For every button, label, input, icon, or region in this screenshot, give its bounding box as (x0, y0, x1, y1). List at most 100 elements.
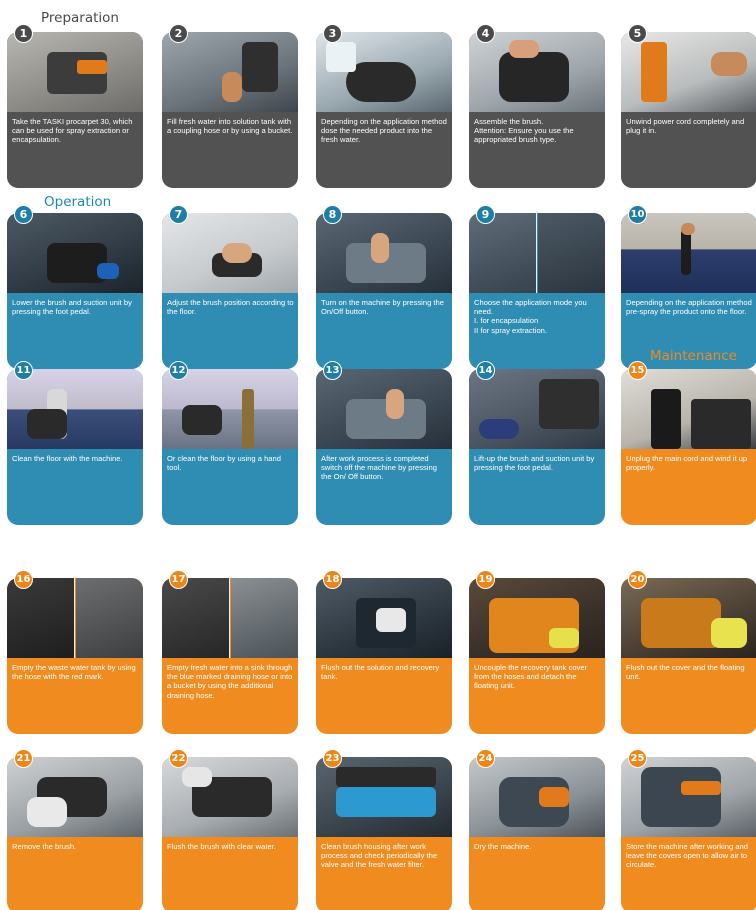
step-caption-19: Uncouple the recovery tank cover from th… (474, 663, 588, 691)
photo-detail (509, 40, 539, 58)
step-number-badge-5: 5 (628, 24, 647, 43)
step-photo-1 (7, 32, 143, 112)
step-photo-10 (621, 213, 756, 293)
step-number-badge-14: 14 (476, 361, 495, 380)
photo-detail (479, 419, 519, 439)
step-card-6: Lower the brush and suction unit by pres… (7, 213, 143, 369)
step-caption-12: Or clean the floor by using a hand tool. (167, 454, 281, 473)
step-photo-2 (162, 32, 298, 112)
step-photo-part (231, 578, 298, 658)
step-photo-18 (316, 578, 452, 658)
photo-detail (77, 60, 107, 74)
step-card-20: Flush out the cover and the floating uni… (621, 578, 756, 734)
photo-detail (346, 62, 416, 102)
step-card-24: Dry the machine. (469, 757, 605, 910)
step-caption-23: Clean brush housing after work process a… (321, 842, 438, 870)
step-caption-9: Choose the application mode you need. I. … (474, 298, 587, 335)
step-caption-2: Fill fresh water into solution tank with… (167, 117, 293, 136)
photo-detail (27, 409, 67, 439)
photo-detail (97, 263, 119, 279)
step-card-13: After work process is completed switch o… (316, 369, 452, 525)
step-number-badge-16: 16 (14, 570, 33, 589)
step-photo-8 (316, 213, 452, 293)
step-card-25: Store the machine after working and leav… (621, 757, 756, 910)
step-number-badge-11: 11 (14, 361, 33, 380)
photo-detail (27, 797, 67, 827)
step-number-badge-9: 9 (476, 205, 495, 224)
step-number-badge-17: 17 (169, 570, 188, 589)
step-photo-25 (621, 757, 756, 837)
step-caption-16: Empty the waste water tank by using the … (12, 663, 136, 682)
step-photo-part (76, 578, 143, 658)
step-caption-11: Clean the floor with the machine. (12, 454, 123, 463)
step-photo-23 (316, 757, 452, 837)
step-caption-6: Lower the brush and suction unit by pres… (12, 298, 132, 317)
step-card-2: Fill fresh water into solution tank with… (162, 32, 298, 188)
step-photo-15 (621, 369, 756, 449)
step-caption-21: Remove the brush. (12, 842, 77, 851)
step-photo-20 (621, 578, 756, 658)
photo-detail (222, 72, 242, 102)
step-caption-22: Flush the brush with clear water. (167, 842, 276, 851)
step-card-5: Unwind power cord completely and plug it… (621, 32, 756, 188)
photo-detail (336, 767, 436, 787)
step-number-badge-1: 1 (14, 24, 33, 43)
step-photo-part (469, 213, 537, 293)
step-photo-16 (7, 578, 143, 658)
step-photo-part (7, 578, 75, 658)
step-card-1: Take the TASKI procarpet 30, which can b… (7, 32, 143, 188)
step-card-15: Unplug the main cord and wind it up prop… (621, 369, 756, 525)
step-caption-7: Adjust the brush position according to t… (167, 298, 294, 317)
step-caption-4: Assemble the brush. Attention: Ensure you… (474, 117, 574, 145)
step-number-badge-22: 22 (169, 749, 188, 768)
step-number-badge-6: 6 (14, 205, 33, 224)
photo-detail (651, 389, 681, 449)
step-caption-1: Take the TASKI procarpet 30, which can b… (12, 117, 133, 145)
step-number-badge-4: 4 (476, 24, 495, 43)
section-label-preparation: Preparation (41, 10, 119, 26)
step-card-21: Remove the brush. (7, 757, 143, 910)
step-caption-18: Flush out the solution and recovery tank… (321, 663, 440, 682)
step-photo-17 (162, 578, 298, 658)
step-number-badge-13: 13 (323, 361, 342, 380)
photo-detail (499, 52, 569, 102)
step-photo-11 (7, 369, 143, 449)
step-card-11: Clean the floor with the machine. (7, 369, 143, 525)
step-photo-6 (7, 213, 143, 293)
step-photo-13 (316, 369, 452, 449)
step-card-14: Lift-up the brush and suction unit by pr… (469, 369, 605, 525)
photo-detail (641, 767, 721, 827)
step-caption-24: Dry the machine. (474, 842, 532, 851)
photo-detail (242, 42, 278, 92)
step-photo-19 (469, 578, 605, 658)
photo-detail (539, 379, 599, 429)
step-photo-4 (469, 32, 605, 112)
step-number-badge-20: 20 (628, 570, 647, 589)
step-card-12: Or clean the floor by using a hand tool. (162, 369, 298, 525)
step-number-badge-23: 23 (323, 749, 342, 768)
step-photo-24 (469, 757, 605, 837)
photo-detail (222, 243, 252, 263)
step-card-4: Assemble the brush. Attention: Ensure you… (469, 32, 605, 188)
step-number-badge-21: 21 (14, 749, 33, 768)
step-caption-15: Unplug the main cord and wind it up prop… (626, 454, 748, 473)
photo-detail (641, 42, 667, 102)
step-photo-7 (162, 213, 298, 293)
step-card-16: Empty the waste water tank by using the … (7, 578, 143, 734)
photo-detail (182, 767, 212, 787)
step-number-badge-24: 24 (476, 749, 495, 768)
step-photo-part (538, 213, 605, 293)
step-card-9: Choose the application mode you need. I. … (469, 213, 605, 369)
step-card-10: Depending on the application method pre-… (621, 213, 756, 369)
photo-detail (386, 389, 404, 419)
step-number-badge-12: 12 (169, 361, 188, 380)
step-photo-22 (162, 757, 298, 837)
photo-detail (681, 223, 695, 235)
section-label-maintenance: Maintenance (650, 348, 737, 364)
step-card-17: Empty fresh water into a sink through th… (162, 578, 298, 734)
step-photo-9 (469, 213, 605, 293)
photo-detail (182, 405, 222, 435)
step-number-badge-2: 2 (169, 24, 188, 43)
photo-detail (711, 52, 747, 76)
photo-detail (242, 389, 254, 449)
